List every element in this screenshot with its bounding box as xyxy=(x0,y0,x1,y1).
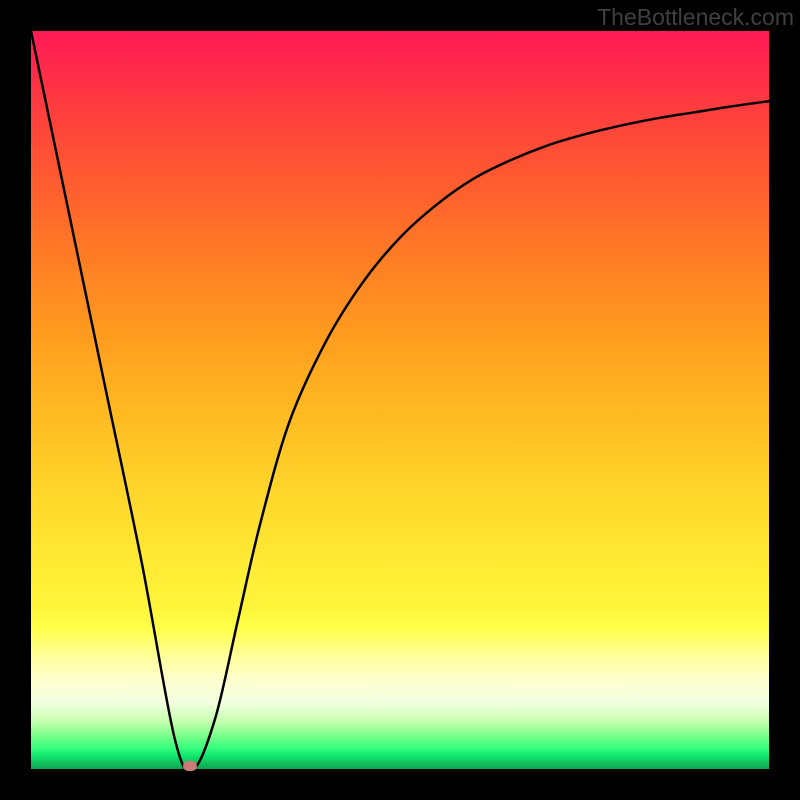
watermark-text: TheBottleneck.com xyxy=(597,4,794,31)
optimal-point-marker xyxy=(183,761,197,771)
bottleneck-chart xyxy=(31,31,769,769)
bottleneck-curve xyxy=(31,31,769,769)
